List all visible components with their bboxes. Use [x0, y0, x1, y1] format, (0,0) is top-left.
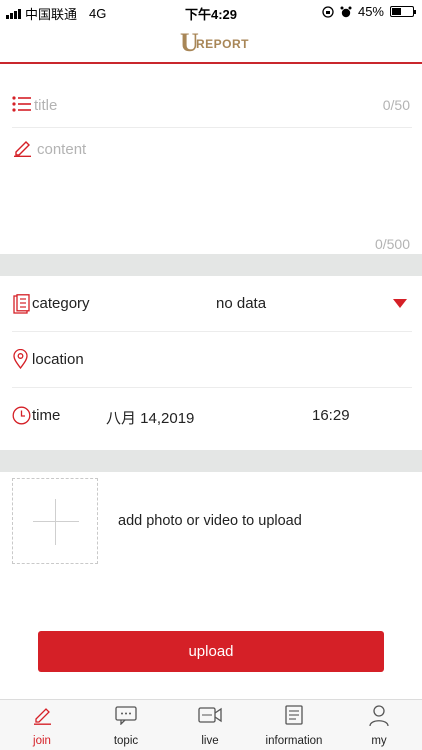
location-row[interactable]: location [12, 332, 412, 388]
tab-my-label: my [371, 735, 387, 747]
person-icon [369, 705, 389, 727]
battery-icon [390, 6, 416, 17]
category-icon [13, 294, 30, 314]
tab-join[interactable]: join [0, 700, 84, 750]
content-area[interactable]: content 0/500 [12, 128, 412, 254]
time-row[interactable]: time 八月 14,2019 16:29 [12, 388, 412, 444]
battery-percent: 45% [357, 4, 384, 19]
title-input[interactable]: title [34, 97, 57, 114]
bottom-tab-bar: join topic live information my [0, 699, 422, 750]
tab-information-label: information [265, 735, 323, 747]
tab-live-label: live [201, 735, 219, 747]
content-counter: 0/500 [374, 236, 410, 252]
dropdown-arrow-icon[interactable] [393, 299, 407, 308]
tab-information[interactable]: information [252, 700, 336, 750]
alarm-icon [340, 6, 352, 17]
title-counter: 0/50 [382, 97, 410, 113]
time-value[interactable]: 16:29 [312, 407, 350, 424]
content-input[interactable]: content [37, 141, 86, 158]
category-row[interactable]: category no data [12, 276, 412, 332]
status-bar: 中国联通 4G 下午4:29 45% [0, 0, 422, 22]
section-divider [0, 254, 422, 276]
app-header: U REPORT [0, 22, 422, 64]
list-icon [12, 96, 31, 112]
tab-live[interactable]: live [168, 700, 252, 750]
edit-icon [34, 708, 51, 725]
tab-my[interactable]: my [336, 700, 422, 750]
date-value[interactable]: 八月 14,2019 [106, 407, 194, 428]
section-divider-2 [0, 450, 422, 472]
live-camera-icon [198, 707, 222, 723]
document-icon [285, 705, 303, 725]
logo-text: REPORT [196, 37, 250, 51]
rotation-lock-icon [322, 5, 334, 18]
title-row[interactable]: title 0/50 [12, 84, 412, 128]
upload-button[interactable]: upload [38, 631, 384, 672]
plus-icon-vertical [55, 499, 56, 545]
status-right: 45% [322, 4, 416, 19]
category-value[interactable]: no data [216, 295, 266, 312]
plus-icon-horizontal [33, 521, 79, 522]
chat-icon [115, 706, 137, 725]
location-pin-icon [13, 349, 28, 369]
add-media-label: add photo or video to upload [118, 513, 302, 529]
tab-join-label: join [33, 735, 51, 747]
ureport-logo: U REPORT [176, 28, 256, 57]
pencil-icon [14, 141, 31, 157]
time-label: time [32, 407, 61, 424]
tab-topic-label: topic [113, 735, 139, 747]
clock-icon [12, 406, 31, 425]
location-label: location [32, 351, 84, 368]
category-label: category [32, 295, 90, 312]
add-media-button[interactable] [12, 478, 98, 564]
tab-topic[interactable]: topic [84, 700, 168, 750]
